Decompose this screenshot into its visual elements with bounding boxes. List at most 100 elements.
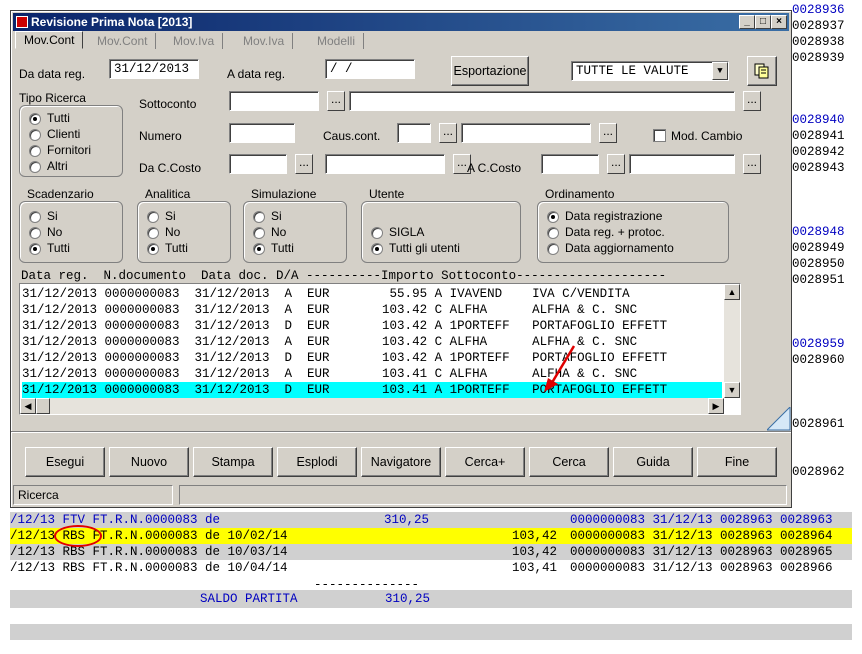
cerca-plus-button[interactable]: Cerca+ xyxy=(445,447,525,477)
scroll-right-icon[interactable]: ▶ xyxy=(708,398,724,414)
bg-code-item: 0028960 xyxy=(792,353,845,367)
da-ccosto-desc-field[interactable] xyxy=(325,154,445,174)
table-row[interactable]: 31/12/2013 0000000083 31/12/2013 D EUR 1… xyxy=(22,382,722,398)
a-ccosto-desc-field[interactable] xyxy=(629,154,735,174)
stampa-button[interactable]: Stampa xyxy=(193,447,273,477)
scadenzario-radio[interactable] xyxy=(29,211,41,223)
mod-cambio-checkbox[interactable] xyxy=(653,129,666,142)
ordinamento-radio[interactable] xyxy=(547,243,559,255)
window-title: Revisione Prima Nota [2013] xyxy=(31,15,193,29)
simulazione-radio[interactable] xyxy=(253,227,265,239)
tab-mov-cont[interactable]: Mov.Cont xyxy=(15,31,84,49)
tab-mov-iva[interactable]: Mov.Iva xyxy=(165,33,224,49)
tipo-ricerca-radio[interactable] xyxy=(29,129,41,141)
analitica-radio[interactable] xyxy=(147,227,159,239)
bg-code-item: 0028951 xyxy=(792,273,845,287)
annotation-arrow xyxy=(544,345,576,392)
bg-row: /12/13 RBS FT.R.N.0000083 de 10/02/14 103… xyxy=(10,528,852,544)
title-bar[interactable]: Revisione Prima Nota [2013] _ □ × xyxy=(13,13,789,31)
tipo-ricerca-option-label: Altri xyxy=(47,159,68,173)
scadenzario-radio[interactable] xyxy=(29,227,41,239)
tipo-ricerca-radio[interactable] xyxy=(29,145,41,157)
bg-code-item: 0028942 xyxy=(792,145,845,159)
sottoconto-label: Sottoconto xyxy=(139,97,197,111)
a-ccosto-lookup-button[interactable]: ... xyxy=(607,154,625,174)
scadenzario-radio[interactable] xyxy=(29,243,41,255)
tipo-ricerca-radio[interactable] xyxy=(29,161,41,173)
analitica-radio[interactable] xyxy=(147,211,159,223)
vertical-scrollbar[interactable]: ▲ ▼ xyxy=(724,284,740,398)
utente-radio[interactable] xyxy=(371,227,383,239)
tab-modelli[interactable]: Modelli xyxy=(309,33,365,49)
bg-code-list-mid: 0028940 0028941 0028942 0028943 xyxy=(792,112,852,176)
nuovo-button[interactable]: Nuovo xyxy=(109,447,189,477)
table-row[interactable]: 31/12/2013 0000000083 31/12/2013 A EUR 5… xyxy=(22,286,722,302)
bg-code-list-top: 0028936 0028937 0028938 0028939 xyxy=(792,2,852,66)
tab-mov-iva-2[interactable]: Mov.Iva xyxy=(235,33,294,49)
bg-code-item: 0028959 xyxy=(792,337,845,351)
sottoconto-desc-field[interactable] xyxy=(349,91,735,111)
fine-button[interactable]: Fine xyxy=(697,447,777,477)
guida-button[interactable]: Guida xyxy=(613,447,693,477)
tipo-ricerca-option-label: Tutti xyxy=(47,111,70,125)
scroll-thumb[interactable] xyxy=(36,398,50,414)
bg-row: /12/13 RBS FT.R.N.0000083 de 10/03/14 103… xyxy=(10,544,852,560)
scroll-up-icon[interactable]: ▲ xyxy=(724,284,740,300)
numero-field[interactable] xyxy=(229,123,295,143)
sottoconto-desc-lookup-button[interactable]: ... xyxy=(743,91,761,111)
esegui-button[interactable]: Esegui xyxy=(25,447,105,477)
ordinamento-radio[interactable] xyxy=(547,227,559,239)
tipo-ricerca-radio[interactable] xyxy=(29,113,41,125)
sottoconto-lookup-button[interactable]: ... xyxy=(327,91,345,111)
table-row[interactable]: 31/12/2013 0000000083 31/12/2013 D EUR 1… xyxy=(22,318,722,334)
a-data-field[interactable]: / / xyxy=(325,59,415,79)
minimize-button[interactable]: _ xyxy=(739,15,755,29)
bg-cell: 0000000083 31/12/13 0028963 0028966 xyxy=(570,561,833,575)
close-button[interactable]: × xyxy=(771,15,787,29)
da-data-field[interactable]: 31/12/2013 xyxy=(109,59,199,79)
cerca-button[interactable]: Cerca xyxy=(529,447,609,477)
annotation-ellipse xyxy=(54,525,102,547)
da-data-label: Da data reg. xyxy=(19,67,86,81)
caus-cont-desc-lookup-button[interactable]: ... xyxy=(599,123,617,143)
resize-corner-icon[interactable] xyxy=(767,407,791,431)
tab-mov-cont-2[interactable]: Mov.Cont xyxy=(89,33,157,49)
table-row[interactable]: 31/12/2013 0000000083 31/12/2013 A EUR 1… xyxy=(22,334,722,350)
table-row[interactable]: 31/12/2013 0000000083 31/12/2013 D EUR 1… xyxy=(22,350,722,366)
navigatore-button[interactable]: Navigatore xyxy=(361,447,441,477)
analitica-radio[interactable] xyxy=(147,243,159,255)
table-row[interactable]: 31/12/2013 0000000083 31/12/2013 A EUR 1… xyxy=(22,302,722,318)
utente-radio[interactable] xyxy=(371,243,383,255)
copy-icon[interactable] xyxy=(747,56,777,86)
movements-grid[interactable]: 31/12/2013 0000000083 31/12/2013 A EUR 5… xyxy=(19,283,741,415)
simulazione-radio[interactable] xyxy=(253,243,265,255)
scadenzario-title: Scadenzario xyxy=(27,187,94,201)
valute-select[interactable]: TUTTE LE VALUTE ▼ xyxy=(571,61,729,81)
bg-cell: 0000000083 31/12/13 0028963 0028964 xyxy=(570,529,833,543)
caus-cont-field[interactable] xyxy=(397,123,431,143)
ordinamento-radio[interactable] xyxy=(547,211,559,223)
maximize-button[interactable]: □ xyxy=(755,15,771,29)
esportazione-button[interactable]: Esportazione xyxy=(451,56,529,86)
ordinamento-option-label: Data aggiornamento xyxy=(565,241,674,255)
da-ccosto-field[interactable] xyxy=(229,154,287,174)
analitica-option-label: No xyxy=(165,225,181,239)
a-ccosto-field[interactable] xyxy=(541,154,599,174)
scroll-left-icon[interactable]: ◀ xyxy=(20,398,36,414)
da-ccosto-lookup-button[interactable]: ... xyxy=(295,154,313,174)
scroll-down-icon[interactable]: ▼ xyxy=(724,382,740,398)
tipo-ricerca-option-label: Fornitori xyxy=(47,143,92,157)
saldo-value: 310,25 xyxy=(385,592,431,606)
esplodi-button[interactable]: Esplodi xyxy=(277,447,357,477)
simulazione-radio[interactable] xyxy=(253,211,265,223)
app-icon xyxy=(16,16,28,28)
horizontal-scrollbar[interactable]: ◀ ▶ xyxy=(20,398,724,414)
caus-cont-lookup-button[interactable]: ... xyxy=(439,123,457,143)
valute-value: TUTTE LE VALUTE xyxy=(576,64,689,78)
sottoconto-field[interactable] xyxy=(229,91,319,111)
chevron-down-icon[interactable]: ▼ xyxy=(712,62,728,80)
table-row[interactable]: 31/12/2013 0000000083 31/12/2013 A EUR 1… xyxy=(22,366,722,382)
a-ccosto-desc-lookup-button[interactable]: ... xyxy=(743,154,761,174)
bg-cell: 103,42 xyxy=(512,545,558,559)
caus-cont-desc-field[interactable] xyxy=(461,123,591,143)
